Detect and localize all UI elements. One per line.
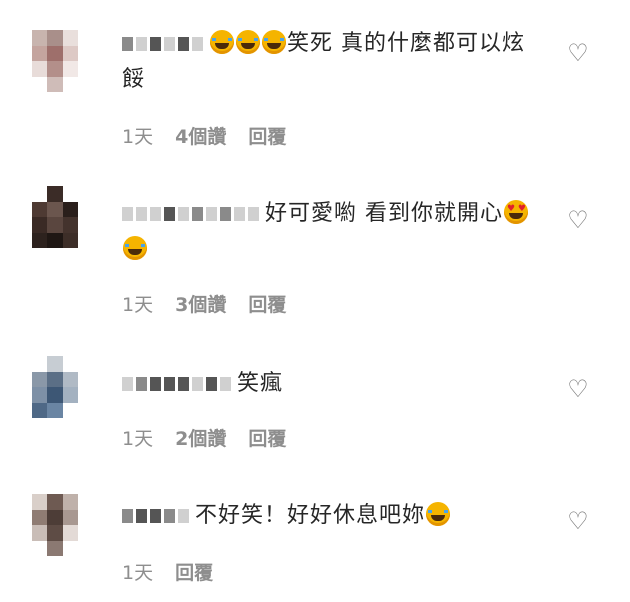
heart-outline-icon[interactable]: ♡	[565, 376, 591, 402]
timestamp: 1天	[122, 126, 154, 148]
comment-meta: 1天 2個讚 回覆	[122, 424, 286, 451]
face-with-tears-of-joy-icon	[236, 30, 260, 54]
timestamp: 1天	[122, 294, 154, 316]
face-with-tears-of-joy-icon	[210, 30, 234, 54]
username-redacted[interactable]	[122, 377, 231, 391]
like-count[interactable]: 3個讚	[175, 290, 226, 317]
comment-body: 不好笑！好好休息吧妳	[195, 503, 426, 528]
heart-outline-icon[interactable]: ♡	[565, 508, 591, 534]
comment-body: 笑瘋	[237, 371, 284, 396]
comment-text: 不好笑！好好休息吧妳	[122, 498, 542, 534]
username-redacted[interactable]	[122, 207, 259, 221]
reply-button[interactable]: 回覆	[248, 122, 286, 149]
face-with-tears-of-joy-icon	[426, 502, 451, 526]
heart-outline-icon[interactable]: ♡	[565, 40, 591, 66]
comment-body: 好可愛喲 看到你就開心	[265, 201, 503, 226]
comment-text: 好可愛喲 看到你就開心	[122, 196, 542, 268]
comment-meta: 1天 4個讚 回覆	[122, 122, 286, 149]
username-redacted[interactable]	[122, 509, 189, 523]
avatar[interactable]	[32, 186, 78, 248]
like-count[interactable]: 2個讚	[175, 424, 226, 451]
smiling-face-with-heart-eyes-icon	[504, 200, 528, 224]
reply-button[interactable]: 回覆	[175, 558, 213, 585]
comment-meta: 1天 3個讚 回覆	[122, 290, 286, 317]
comment-text: 笑瘋	[122, 366, 542, 402]
timestamp: 1天	[122, 428, 154, 450]
face-with-tears-of-joy-icon	[262, 30, 286, 54]
heart-outline-icon[interactable]: ♡	[565, 207, 591, 233]
timestamp: 1天	[122, 562, 154, 584]
username-redacted[interactable]	[122, 37, 203, 51]
comment-text: 笑死 真的什麼都可以炫餒	[122, 26, 542, 98]
avatar[interactable]	[32, 494, 78, 556]
like-count[interactable]: 4個讚	[175, 122, 226, 149]
comment-meta: 1天 回覆	[122, 558, 213, 585]
face-with-tears-of-joy-icon	[123, 236, 147, 260]
reply-button[interactable]: 回覆	[248, 424, 286, 451]
avatar[interactable]	[32, 30, 78, 92]
reply-button[interactable]: 回覆	[248, 290, 286, 317]
avatar[interactable]	[32, 356, 78, 418]
